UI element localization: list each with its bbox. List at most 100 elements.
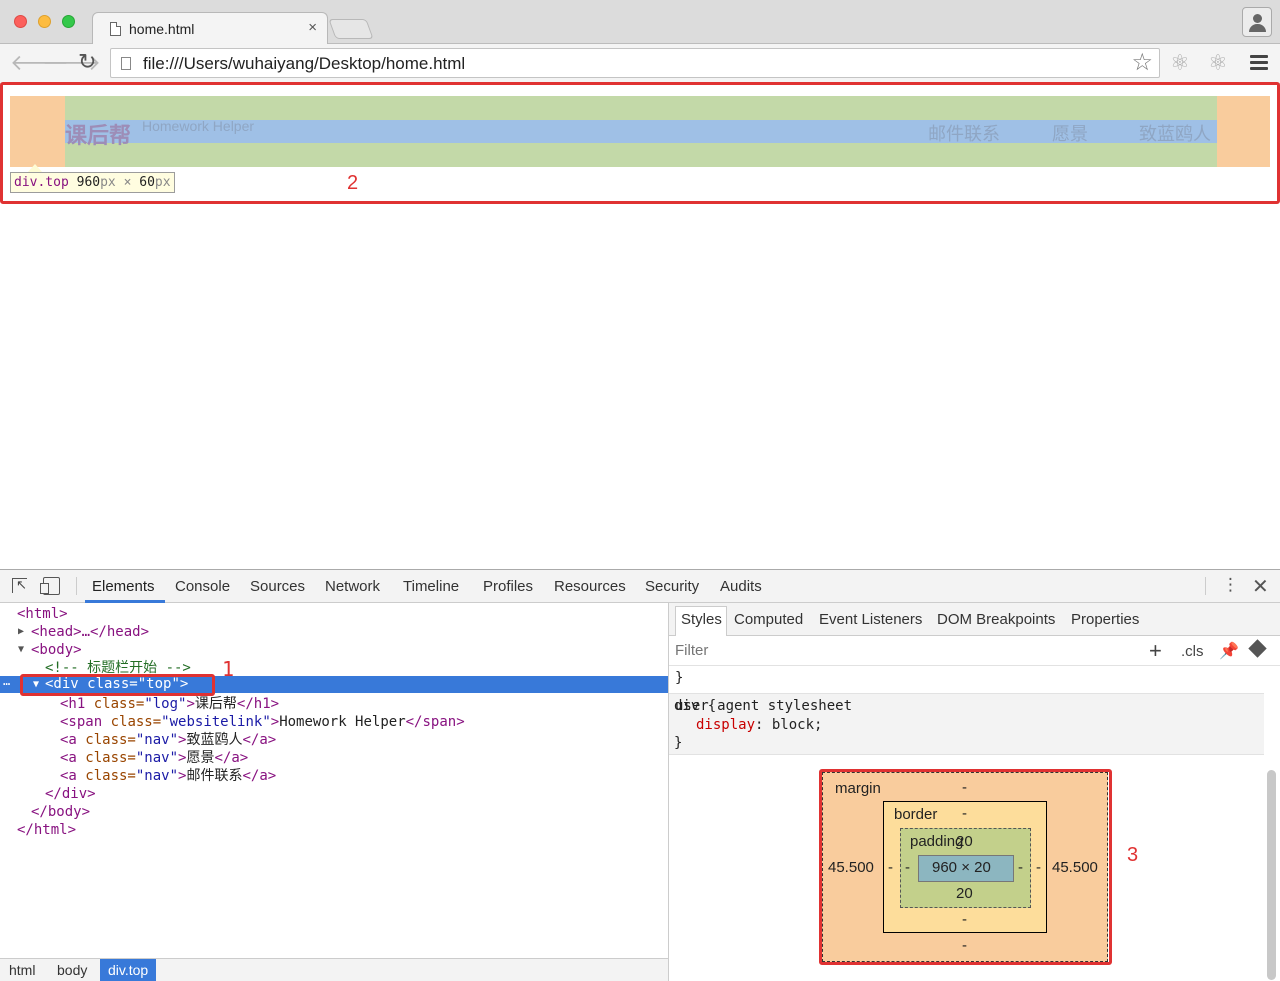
tag-text: </a> <box>242 768 277 784</box>
element-state-icon[interactable] <box>1248 639 1267 658</box>
profile-avatar-icon[interactable] <box>1242 7 1272 37</box>
inspect-element-icon[interactable] <box>12 577 27 593</box>
tag-text: <head>…</head> <box>31 624 150 640</box>
rule-close-brace: } <box>675 670 684 686</box>
tag-text: </span> <box>405 714 465 730</box>
url-text[interactable]: file:///Users/wuhaiyang/Desktop/home.htm… <box>143 54 465 74</box>
tab-timeline[interactable]: Timeline <box>403 578 459 595</box>
dom-node-a[interactable]: <a class="nav">邮件联系</a> <box>60 767 276 785</box>
subtab-properties[interactable]: Properties <box>1071 611 1139 628</box>
tab-close-icon[interactable]: × <box>308 19 317 36</box>
breadcrumb-html[interactable]: html <box>9 962 35 978</box>
dom-node-head[interactable]: <head>…</head> <box>31 623 149 641</box>
node-text: 愿景 <box>186 750 215 766</box>
device-mode-icon[interactable] <box>40 577 60 595</box>
tab-profiles[interactable]: Profiles <box>483 578 533 595</box>
attr-text: class= <box>76 732 136 748</box>
annotation-number: 3 <box>1127 844 1139 866</box>
tab-console[interactable]: Console <box>175 578 230 595</box>
hamburger-menu-icon[interactable] <box>1250 55 1268 70</box>
tag-text: <a <box>60 732 77 748</box>
prop-name: display <box>696 717 756 733</box>
node-text: 课后帮 <box>194 696 237 712</box>
collapse-triangle-icon[interactable]: ▼ <box>18 644 24 655</box>
address-bar[interactable]: file:///Users/wuhaiyang/Desktop/home.htm… <box>110 48 1160 78</box>
tab-sources[interactable]: Sources <box>250 578 305 595</box>
minimize-window-button[interactable] <box>38 15 51 28</box>
more-options-icon[interactable]: ⋮ <box>1222 576 1239 593</box>
attr-value: "nav" <box>135 768 179 784</box>
reload-icon[interactable]: ↻ <box>78 50 96 74</box>
tab-audits[interactable]: Audits <box>720 578 762 595</box>
subtab-dom-breakpoints[interactable]: DOM Breakpoints <box>937 611 1055 628</box>
styles-filter-input[interactable] <box>675 642 1075 659</box>
page-viewport: 课后帮 Homework Helper 邮件联系 愿景 致蓝鸥人 div.top… <box>0 82 1280 569</box>
page-icon <box>121 57 131 70</box>
filter-row: + .cls 📌 <box>669 636 1280 666</box>
dom-node-body[interactable]: <body> <box>31 641 82 659</box>
divider <box>1205 577 1206 595</box>
devtools-tabbar: Elements Console Sources Network Timelin… <box>0 570 1280 603</box>
breadcrumb: html body div.top <box>0 958 668 981</box>
browser-tab[interactable]: home.html × <box>92 12 328 45</box>
breadcrumb-div-top[interactable]: div.top <box>100 959 157 981</box>
tag-text: > <box>270 714 280 730</box>
tag-text: <h1 <box>60 696 86 712</box>
subtab-styles[interactable]: Styles <box>681 611 722 628</box>
annotation-number: 2 <box>347 172 359 194</box>
attr-value: "nav" <box>135 750 179 766</box>
pin-icon[interactable]: 📌 <box>1219 641 1239 661</box>
tag-text: <span <box>60 714 103 730</box>
tag-text: </a> <box>214 750 249 766</box>
annotation-number: 1 <box>222 657 235 681</box>
tag-text: <html> <box>17 606 68 622</box>
subtab-event-listeners[interactable]: Event Listeners <box>819 611 922 628</box>
tag-text: > <box>186 696 195 712</box>
new-style-rule-icon[interactable]: + <box>1149 638 1162 664</box>
annotation-box-page <box>0 82 1280 204</box>
rule-close-brace: } <box>674 735 683 751</box>
react-extension-icon[interactable]: ⚛ <box>1208 52 1228 74</box>
tab-security[interactable]: Security <box>645 578 699 595</box>
attr-text: class= <box>76 768 136 784</box>
bookmark-star-icon[interactable]: ☆ <box>1131 50 1153 76</box>
tab-elements[interactable]: Elements <box>92 578 155 595</box>
close-window-button[interactable] <box>14 15 27 28</box>
expand-triangle-icon[interactable]: ▶ <box>18 626 24 637</box>
tab-resources[interactable]: Resources <box>554 578 626 595</box>
attr-value: "nav" <box>135 732 179 748</box>
dom-node-html-close[interactable]: </html> <box>17 821 76 839</box>
more-dots-icon[interactable]: … <box>3 674 10 688</box>
page-icon <box>110 22 121 36</box>
annotation-box-div <box>20 674 215 696</box>
annotation-box-boxmodel <box>819 769 1112 965</box>
tag-text: </html> <box>17 822 77 838</box>
breadcrumb-body[interactable]: body <box>57 962 87 978</box>
subtab-computed[interactable]: Computed <box>734 611 803 628</box>
dom-node-a[interactable]: <a class="nav">致蓝鸥人</a> <box>60 731 276 749</box>
tag-text: </body> <box>31 804 91 820</box>
elements-tree: <html> ▶ <head>…</head> ▼ <body> <!-- 标题… <box>0 603 668 958</box>
new-tab-button[interactable] <box>328 19 374 39</box>
tab-title: home.html <box>129 21 195 37</box>
rule-declaration[interactable]: display: block; <box>696 716 822 734</box>
dom-node-body-close[interactable]: </body> <box>31 803 90 821</box>
dom-node-span[interactable]: <span class="websitelink">Homework Helpe… <box>60 713 465 731</box>
ua-rule-block: div { user agent stylesheet display: blo… <box>669 693 1264 755</box>
extension-icon[interactable]: ⚛ <box>1170 52 1190 74</box>
node-text: 致蓝鸥人 <box>186 732 243 748</box>
cls-toggle-button[interactable]: .cls <box>1181 643 1204 660</box>
tab-network[interactable]: Network <box>325 578 380 595</box>
styles-scrollbar-thumb[interactable] <box>1267 770 1276 980</box>
dom-node-html[interactable]: <html> <box>17 605 68 623</box>
browser-toolbar: 🡐 🡒 ↻ file:///Users/wuhaiyang/Desktop/ho… <box>0 44 1280 84</box>
dom-node-div-close[interactable]: </div> <box>45 785 96 803</box>
zoom-window-button[interactable] <box>62 15 75 28</box>
node-text: 邮件联系 <box>186 768 243 784</box>
dom-node-a[interactable]: <a class="nav">愿景</a> <box>60 749 248 767</box>
close-devtools-icon[interactable]: ✕ <box>1252 574 1269 599</box>
attr-text: class= <box>76 750 136 766</box>
dom-node-h1[interactable]: <h1 class="log">课后帮</h1> <box>60 695 279 713</box>
attr-value: "log" <box>144 696 187 712</box>
node-text: Homework Helper <box>279 714 406 730</box>
